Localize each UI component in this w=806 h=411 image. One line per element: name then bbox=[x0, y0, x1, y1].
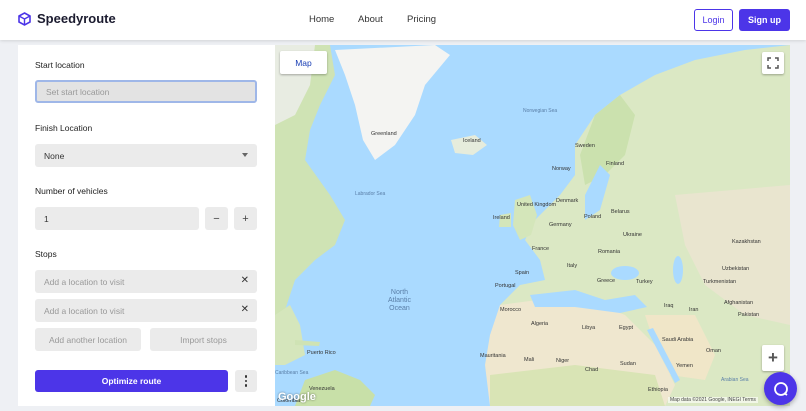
map-label: Spain bbox=[515, 270, 530, 276]
map-label: Ethiopia bbox=[648, 387, 668, 393]
map-label: Belarus bbox=[611, 209, 630, 215]
map-label: Norway bbox=[552, 166, 571, 172]
map-label: France bbox=[532, 246, 550, 252]
map-label: Norwegian Sea bbox=[523, 108, 558, 114]
finish-location-label: Finish Location bbox=[35, 123, 93, 133]
map-label: Arabian Sea bbox=[721, 377, 749, 383]
map-label: Greenland bbox=[371, 131, 397, 137]
map-label: Ireland bbox=[493, 215, 510, 221]
map-label: Egypt bbox=[619, 325, 634, 331]
stop-input-2[interactable]: Add a location to visit ✕ bbox=[35, 299, 257, 322]
map-view[interactable]: Map + Greenland Iceland Norwegian Sea Sw… bbox=[275, 45, 790, 406]
close-icon[interactable]: ✕ bbox=[241, 304, 249, 315]
optimize-route-button[interactable]: Optimize route bbox=[35, 370, 228, 392]
chat-bubble-icon bbox=[773, 381, 788, 396]
ocean-label: North Atlantic Ocean bbox=[388, 289, 411, 312]
map-label: Puerto Rico bbox=[307, 350, 336, 356]
stops-label: Stops bbox=[35, 249, 57, 259]
map-label: Italy bbox=[567, 263, 578, 269]
brand-name: Speedyroute bbox=[37, 11, 116, 26]
map-label: Morocco bbox=[500, 307, 522, 313]
route-form-panel: Start location Set start location Finish… bbox=[18, 45, 275, 406]
stop-input-1[interactable]: Add a location to visit ✕ bbox=[35, 270, 257, 293]
map-label: Algeria bbox=[531, 321, 549, 327]
map-label: Denmark bbox=[556, 198, 579, 204]
map-label: Mauritania bbox=[480, 353, 506, 359]
map-label: Portugal bbox=[495, 283, 516, 289]
map-type-tab[interactable]: Map bbox=[280, 51, 327, 74]
stop-placeholder-2: Add a location to visit bbox=[44, 305, 125, 316]
nav-about-link[interactable]: About bbox=[358, 14, 383, 25]
map-label: Labrador Sea bbox=[355, 191, 386, 197]
start-location-placeholder: Set start location bbox=[46, 86, 110, 97]
map-label: Iceland bbox=[463, 138, 481, 144]
fullscreen-icon[interactable] bbox=[762, 52, 784, 74]
add-another-location-button[interactable]: Add another location bbox=[35, 328, 141, 351]
map-label: Poland bbox=[584, 214, 602, 220]
map-label: Iraq bbox=[664, 303, 674, 309]
map-label: Finland bbox=[606, 161, 625, 167]
map-label: Uzbekistan bbox=[722, 266, 750, 272]
map-label: United Kingdom bbox=[517, 202, 557, 208]
logo-cube-icon bbox=[18, 11, 31, 26]
chevron-down-icon bbox=[242, 153, 248, 157]
map-label: Greece bbox=[597, 278, 616, 284]
map-label: Romania bbox=[598, 249, 621, 255]
map-attribution[interactable]: Map data ©2021 Google, INEGI Terms bbox=[668, 397, 758, 403]
import-stops-button[interactable]: Import stops bbox=[150, 328, 257, 351]
map-label: Iran bbox=[689, 307, 699, 313]
brand[interactable]: Speedyroute bbox=[18, 11, 116, 26]
map-label: Saudi Arabia bbox=[662, 337, 694, 343]
vehicles-value: 1 bbox=[44, 213, 49, 224]
map-label: Caribbean Sea bbox=[275, 370, 309, 376]
google-logo: Google bbox=[278, 391, 316, 403]
map-label: Sweden bbox=[575, 143, 595, 149]
map-label: Sudan bbox=[620, 361, 636, 367]
vehicles-input[interactable]: 1 bbox=[35, 207, 199, 230]
map-label: Turkmenistan bbox=[703, 279, 737, 285]
nav-home-link[interactable]: Home bbox=[309, 14, 334, 25]
start-location-input[interactable]: Set start location bbox=[35, 80, 257, 103]
map-label: Niger bbox=[556, 358, 570, 364]
more-options-icon[interactable] bbox=[235, 370, 257, 392]
map-label: Afghanistan bbox=[724, 300, 754, 306]
decrement-vehicles-button[interactable]: − bbox=[205, 207, 228, 230]
start-location-label: Start location bbox=[35, 60, 85, 70]
map-label: Yemen bbox=[676, 363, 693, 369]
map-label: Germany bbox=[549, 222, 572, 228]
map-label: Mali bbox=[524, 357, 535, 363]
map-label: Chad bbox=[585, 367, 599, 373]
vehicles-label: Number of vehicles bbox=[35, 186, 108, 196]
close-icon[interactable]: ✕ bbox=[241, 275, 249, 286]
map-label: Turkey bbox=[636, 279, 653, 285]
finish-location-select[interactable]: None bbox=[35, 144, 257, 167]
signup-button[interactable]: Sign up bbox=[739, 9, 790, 31]
increment-vehicles-button[interactable]: + bbox=[234, 207, 257, 230]
stop-placeholder-1: Add a location to visit bbox=[44, 276, 125, 287]
zoom-in-button[interactable]: + bbox=[762, 345, 784, 371]
nav-pricing-link[interactable]: Pricing bbox=[407, 14, 436, 25]
chat-help-button[interactable] bbox=[764, 372, 797, 405]
finish-location-value: None bbox=[44, 150, 65, 161]
map-label: Kazakhstan bbox=[732, 239, 761, 245]
map-label: Oman bbox=[706, 348, 721, 354]
login-button[interactable]: Login bbox=[694, 9, 733, 31]
top-nav-bar: Speedyroute Home About Pricing Login Sig… bbox=[0, 0, 806, 40]
map-label: Pakistan bbox=[738, 312, 760, 318]
map-label: Ukraine bbox=[623, 232, 642, 238]
map-label: Libya bbox=[582, 325, 596, 331]
